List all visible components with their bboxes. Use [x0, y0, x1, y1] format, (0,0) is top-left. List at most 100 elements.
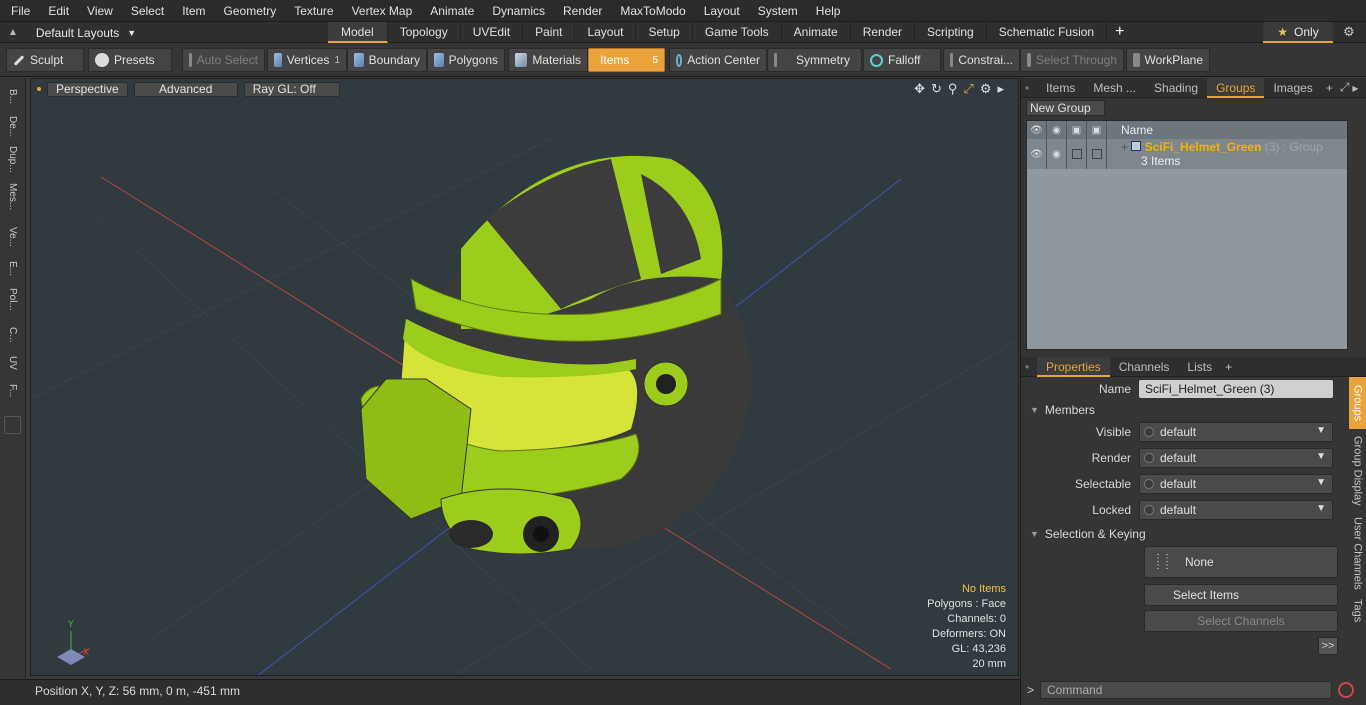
vtab-tags[interactable]: Tags — [1349, 595, 1366, 627]
members-section[interactable]: ▼ Members — [1026, 401, 1344, 419]
menu-file[interactable]: File — [0, 0, 39, 22]
tab-model[interactable]: Model — [328, 22, 388, 43]
row-select-checkbox[interactable] — [1087, 139, 1107, 169]
render-dropdown[interactable]: default ▼ — [1139, 448, 1333, 468]
fit-view-icon[interactable]: ⤢ — [963, 81, 973, 97]
tab-animate[interactable]: Animate — [782, 22, 851, 43]
gear-icon[interactable]: ⚙ — [1343, 24, 1355, 40]
expand-toggle-icon[interactable]: + — [1121, 140, 1128, 154]
advanced-button[interactable]: Advanced — [133, 81, 238, 97]
rotate-view-icon[interactable]: ↻ — [931, 81, 942, 97]
render-icon[interactable]: ◉ — [1047, 121, 1067, 139]
zoom-icon[interactable]: ⚲ — [948, 81, 958, 97]
more-button[interactable]: >> — [1318, 637, 1338, 655]
menu-view[interactable]: View — [78, 0, 122, 22]
sculpt-button[interactable]: Sculpt — [6, 48, 84, 72]
tab-groups[interactable]: Groups — [1207, 77, 1265, 98]
left-tab-duplicate[interactable]: Dup... — [4, 144, 21, 174]
menu-system[interactable]: System — [749, 0, 807, 22]
selectable-dropdown[interactable]: default ▼ — [1139, 474, 1333, 494]
viewport-settings-icon[interactable]: ⚙ — [980, 81, 992, 97]
tab-images[interactable]: Images — [1264, 78, 1321, 98]
select-channels-button[interactable]: Select Channels — [1144, 610, 1338, 632]
tab-schematic-fusion[interactable]: Schematic Fusion — [987, 22, 1108, 43]
tab-items[interactable]: Items — [1037, 78, 1084, 98]
left-tab-fusion[interactable]: F... — [4, 376, 21, 406]
menu-render[interactable]: Render — [554, 0, 611, 22]
none-button[interactable]: ⋮⋮ ⋮⋮ None — [1144, 546, 1338, 578]
layouts-selector[interactable]: ▲ Default Layouts ▼ — [8, 22, 136, 43]
3d-viewport[interactable]: Y X Perspective Advanced Ray GL: Off ✥ ↻… — [30, 78, 1019, 676]
items-button[interactable]: Items 5 — [588, 48, 665, 72]
add-tab-icon[interactable]: + — [1107, 22, 1132, 43]
tab-shading[interactable]: Shading — [1145, 78, 1207, 98]
left-tab-curve[interactable]: C... — [4, 320, 21, 350]
tab-render[interactable]: Render — [851, 22, 916, 43]
action-center-button[interactable]: Action Center — [669, 48, 767, 72]
add-props-tab-icon[interactable]: + — [1221, 360, 1236, 374]
selection-keying-section[interactable]: ▼ Selection & Keying — [1026, 525, 1344, 543]
only-button[interactable]: ★ Only — [1263, 22, 1333, 43]
materials-button[interactable]: Materials — [508, 48, 588, 72]
vtab-user-channels[interactable]: User Channels — [1349, 513, 1366, 593]
new-group-button[interactable]: New Group — [1026, 100, 1105, 116]
left-tab-deform[interactable]: De... — [4, 112, 21, 142]
select-icon[interactable]: ▣ — [1087, 121, 1107, 139]
left-tab-vertex[interactable]: Ve... — [4, 222, 21, 252]
select-items-button[interactable]: Select Items — [1144, 584, 1338, 606]
tab-channels[interactable]: Channels — [1110, 357, 1179, 377]
tab-uvedit[interactable]: UVEdit — [461, 22, 524, 43]
menu-help[interactable]: Help — [807, 0, 850, 22]
expand-icon[interactable]: ⤢ — [1337, 80, 1353, 95]
command-input[interactable]: Command — [1040, 681, 1333, 699]
boundary-button[interactable]: Boundary — [347, 48, 427, 72]
viewport-more-icon[interactable]: ▸ — [997, 81, 1004, 97]
menu-geometry[interactable]: Geometry — [215, 0, 286, 22]
tab-properties[interactable]: Properties — [1037, 356, 1110, 377]
falloff-button[interactable]: Falloff — [863, 48, 941, 72]
vtab-groups[interactable]: Groups — [1349, 377, 1366, 429]
left-tab-mesh[interactable]: Mes... — [4, 182, 21, 212]
tab-setup[interactable]: Setup — [636, 22, 693, 43]
vtab-group-display[interactable]: Group Display — [1349, 431, 1366, 511]
visible-dropdown[interactable]: default ▼ — [1139, 422, 1333, 442]
tab-game-tools[interactable]: Game Tools — [693, 22, 782, 43]
vertices-button[interactable]: Vertices 1 — [267, 48, 347, 72]
locked-dropdown[interactable]: default ▼ — [1139, 500, 1333, 520]
row-lock-checkbox[interactable] — [1067, 139, 1087, 169]
row-eye-icon[interactable]: 👁 — [1027, 139, 1047, 169]
select-through-button[interactable]: Select Through — [1020, 48, 1124, 72]
presets-button[interactable]: Presets — [88, 48, 172, 72]
menu-texture[interactable]: Texture — [285, 0, 342, 22]
menu-maxtomodo[interactable]: MaxToModo — [611, 0, 694, 22]
record-icon[interactable] — [1338, 682, 1355, 698]
perspective-button[interactable]: Perspective — [47, 81, 128, 97]
move-view-icon[interactable]: ✥ — [914, 81, 925, 97]
tab-mesh[interactable]: Mesh ... — [1084, 78, 1145, 98]
constraints-button[interactable]: Constrai... — [943, 48, 1020, 72]
tab-topology[interactable]: Topology — [388, 22, 461, 43]
symmetry-button[interactable]: Symmetry — [767, 48, 862, 72]
left-tab-uv[interactable]: UV — [4, 348, 21, 378]
row-render-icon[interactable]: ◉ — [1047, 139, 1067, 169]
name-field[interactable]: SciFi_Helmet_Green (3) — [1139, 380, 1333, 398]
raygl-button[interactable]: Ray GL: Off — [243, 81, 340, 97]
menu-vertex-map[interactable]: Vertex Map — [343, 0, 422, 22]
tab-lists[interactable]: Lists — [1178, 357, 1221, 377]
left-tab-basic[interactable]: B... — [4, 82, 21, 112]
eye-icon[interactable]: 👁 — [1027, 121, 1047, 139]
menu-animate[interactable]: Animate — [421, 0, 483, 22]
workplane-button[interactable]: WorkPlane — [1126, 48, 1210, 72]
polygons-button[interactable]: Polygons — [427, 48, 505, 72]
lock-icon[interactable]: ▣ — [1067, 121, 1087, 139]
tab-paint[interactable]: Paint — [523, 22, 576, 43]
add-tab-icon[interactable]: + — [1322, 81, 1337, 95]
tab-scripting[interactable]: Scripting — [915, 22, 987, 43]
menu-edit[interactable]: Edit — [39, 0, 78, 22]
menu-item[interactable]: Item — [173, 0, 214, 22]
left-tab-toggle[interactable] — [4, 416, 21, 434]
tab-layout[interactable]: Layout — [575, 22, 637, 43]
left-tab-polygon[interactable]: Pol... — [4, 284, 21, 314]
panel-more-icon[interactable]: ▸ — [1352, 81, 1358, 95]
left-tab-edge[interactable]: E... — [4, 254, 21, 284]
